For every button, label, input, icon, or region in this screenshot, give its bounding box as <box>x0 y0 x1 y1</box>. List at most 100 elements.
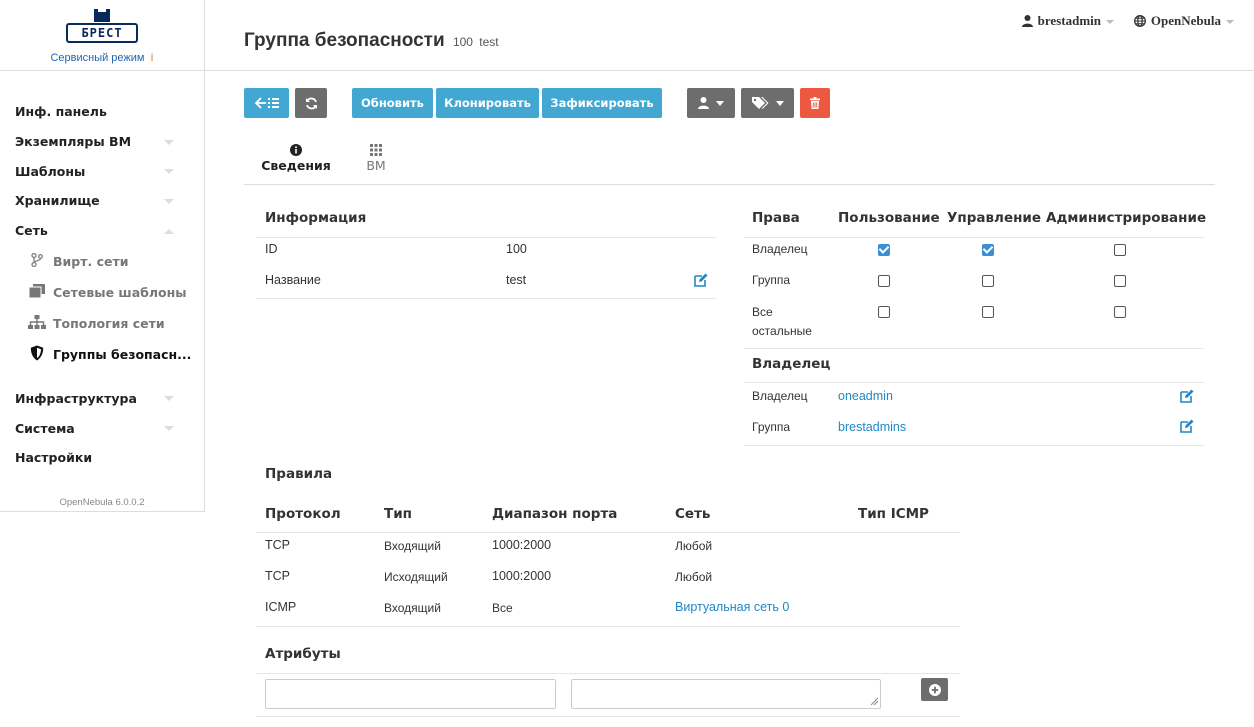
refresh-icon <box>305 97 317 109</box>
divider <box>256 716 960 717</box>
rule-protocol: ICMP <box>265 600 297 614</box>
group-key: Группа <box>752 420 791 434</box>
sidebar-item-dashboard[interactable]: Инф. панель <box>0 97 204 127</box>
perm-others-use-checkbox[interactable] <box>878 306 890 318</box>
owner-link[interactable]: oneadmin <box>838 389 893 403</box>
rule-type: Входящий <box>384 601 441 615</box>
sidebar-item-system[interactable]: Система <box>0 413 204 443</box>
labels-button[interactable] <box>741 88 794 118</box>
divider <box>744 382 1204 383</box>
clone-button[interactable]: Клонировать <box>436 88 539 118</box>
tab-info[interactable]: Сведения <box>244 138 348 184</box>
shield-icon <box>28 345 46 364</box>
attribute-value-input[interactable] <box>571 679 881 709</box>
page-title: Группа безопасности 100 test <box>244 30 499 52</box>
sidebar-nav: Инф. панель Экземпляры ВМ Шаблоны Хранил… <box>0 71 204 508</box>
rule-network-link[interactable]: Виртуальная сеть 0 <box>675 600 789 614</box>
sidebar-item-security-groups[interactable]: Группы безопасн... <box>0 339 204 370</box>
resize-grip-icon[interactable] <box>870 697 878 705</box>
chevron-down-icon <box>1106 20 1114 25</box>
perm-others-admin-checkbox[interactable] <box>1114 306 1126 318</box>
rule-protocol: TCP <box>265 569 290 583</box>
info-value-id: 100 <box>506 242 527 256</box>
rule-network: Любой <box>675 539 713 553</box>
sidebar-item-vms[interactable]: Экземпляры ВМ <box>0 127 204 157</box>
user-menu[interactable]: brestadmin <box>1021 13 1114 31</box>
perm-group-use-checkbox[interactable] <box>878 275 890 287</box>
divider <box>256 298 716 299</box>
tags-icon <box>751 97 768 109</box>
sidebar-item-storage[interactable]: Хранилище <box>0 186 204 216</box>
back-to-list-button[interactable] <box>244 88 289 118</box>
refresh-button[interactable] <box>295 88 327 118</box>
rule-protocol: TCP <box>265 538 290 552</box>
user-icon <box>1021 15 1033 31</box>
rule-type: Входящий <box>384 539 441 553</box>
info-circle-icon <box>290 144 302 156</box>
sidebar-item-label: Экземпляры ВМ <box>15 134 132 150</box>
info-value-name: test <box>506 273 527 287</box>
edit-name-icon[interactable] <box>694 273 708 287</box>
brest-logo[interactable]: БРЕСТ <box>64 9 140 46</box>
zone-name: OpenNebula <box>1150 13 1221 28</box>
user-icon <box>698 97 709 109</box>
page-title-text: Группа безопасности <box>244 30 445 51</box>
divider <box>256 237 716 238</box>
add-attribute-button[interactable] <box>921 678 948 701</box>
sidebar-item-label: Инфраструктура <box>15 390 137 406</box>
rule-range: 1000:2000 <box>492 538 552 552</box>
zone-menu[interactable]: OpenNebula <box>1133 13 1234 31</box>
sidebar-item-network[interactable]: Сеть <box>0 216 204 246</box>
info-icon[interactable]: i <box>150 52 153 64</box>
perm-header-rights: Права <box>752 210 800 226</box>
sidebar-item-label: Система <box>15 420 75 436</box>
info-section-title: Информация <box>265 210 367 226</box>
perm-owner-admin-checkbox[interactable] <box>1114 244 1126 256</box>
castle-icon <box>94 9 110 22</box>
commit-button[interactable]: Зафиксировать <box>542 88 662 118</box>
update-button[interactable]: Обновить <box>352 88 433 118</box>
sidebar-item-label: Сетевые шаблоны <box>53 284 187 300</box>
globe-icon <box>1133 15 1146 31</box>
page-header: Группа безопасности 100 test brestadmin … <box>205 0 1254 71</box>
logo-text: БРЕСТ <box>66 23 138 43</box>
delete-button[interactable] <box>800 88 830 118</box>
attribute-key-input[interactable] <box>265 679 556 709</box>
chevron-down-icon <box>164 139 174 145</box>
rule-range: Все <box>492 601 513 615</box>
group-link[interactable]: brestadmins <box>838 420 906 434</box>
sidebar-item-settings[interactable]: Настройки <box>0 443 204 473</box>
edit-group-icon[interactable] <box>1180 419 1194 433</box>
trash-icon <box>810 97 820 109</box>
perm-group-manage-checkbox[interactable] <box>982 275 994 287</box>
perm-owner-manage-checkbox[interactable] <box>982 244 994 256</box>
sidebar-item-vnet-templates[interactable]: Сетевые шаблоны <box>0 277 204 308</box>
sidebar-item-vnets[interactable]: Вирт. сети <box>0 245 204 276</box>
perm-group-admin-checkbox[interactable] <box>1114 275 1126 287</box>
sidebar-item-infrastructure[interactable]: Инфраструктура <box>0 384 204 414</box>
version-label: OpenNebula 6.0.0.2 <box>59 496 145 508</box>
tab-vms[interactable]: ВМ <box>348 138 404 184</box>
edit-owner-icon[interactable] <box>1180 389 1194 403</box>
sidebar-item-label: Настройки <box>15 450 93 466</box>
resource-id: 100 <box>452 35 473 49</box>
chevron-down-icon <box>716 100 724 106</box>
ownership-section-title: Владелец <box>752 356 831 372</box>
service-mode-label: Сервисный режим <box>50 52 145 64</box>
chevron-down-icon <box>164 169 174 175</box>
rule-network: Любой <box>675 570 713 584</box>
perm-header-use: Пользование <box>838 210 940 226</box>
back-list-icon <box>254 97 279 109</box>
rules-section-title: Правила <box>265 466 333 482</box>
sidebar-item-templates[interactable]: Шаблоны <box>0 156 204 186</box>
chevron-down-icon <box>164 426 174 432</box>
rule-range: 1000:2000 <box>492 569 552 583</box>
divider <box>744 445 1204 446</box>
change-owner-button[interactable] <box>687 88 735 118</box>
perm-owner-use-checkbox[interactable] <box>878 244 890 256</box>
rules-header-type: Тип <box>384 506 412 522</box>
rules-header-network: Сеть <box>675 506 711 522</box>
perm-others-manage-checkbox[interactable] <box>982 306 994 318</box>
attributes-section-title: Атрибуты <box>265 646 341 662</box>
sidebar-item-topology[interactable]: Топология сети <box>0 308 204 339</box>
